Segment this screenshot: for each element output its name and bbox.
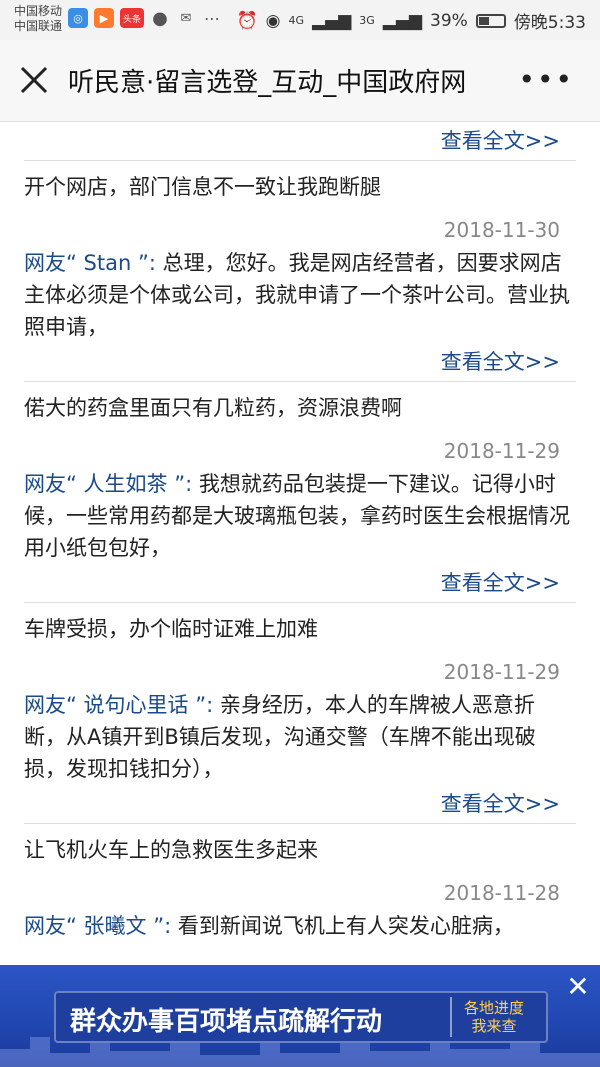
signal-2-icon: ▂▄▆ [382, 10, 423, 31]
item-date: 2018-11-29 [443, 439, 560, 463]
banner-cta[interactable]: 各地进度 我来查 [450, 997, 536, 1037]
item-user: 网友“ 张曦文 ”: [24, 914, 172, 938]
network-2-label: 3G [359, 14, 375, 27]
banner-headline: 群众办事百项堵点疏解行动 [70, 1007, 383, 1037]
close-button[interactable] [14, 60, 54, 100]
title-bar: 听民意·留言选登_互动_中国政府网 ••• [0, 40, 600, 122]
item-user: 网友“ 说句心里话 ”: [24, 693, 214, 717]
alarm-icon: ⏰ [236, 10, 258, 31]
banner-panel: 群众办事百项堵点疏解行动 各地进度 我来查 [54, 991, 548, 1043]
item-date: 2018-11-30 [443, 218, 560, 242]
battery-percent: 39% [430, 10, 468, 31]
app-notification-icon: ◎ [68, 8, 88, 28]
item-body: 网友“ 说句心里话 ”: 亲身经历，本人的车牌被人恶意折断，从A镇开到B镇后发现… [24, 689, 576, 785]
item-body: 网友“ 人生如茶 ”: 我想就药品包装提一下建议。记得小时候，一些常用药都是大玻… [24, 468, 576, 564]
list-item: 开个网店，部门信息不一致让我跑断腿 2018-11-30 网友“ Stan ”:… [24, 161, 576, 381]
page-title: 听民意·留言选登_互动_中国政府网 [68, 68, 467, 98]
item-body: 网友“ 张曦文 ”: 看到新闻说飞机上有人突发心脏病， [24, 910, 576, 942]
read-more-link[interactable]: 查看全文>> [24, 785, 576, 823]
battery-icon [475, 13, 506, 28]
item-title[interactable]: 车牌受损，办个临时证难上加难 [24, 603, 576, 649]
alipay-icon: ✉ [180, 10, 192, 26]
item-date: 2018-11-28 [443, 881, 560, 905]
list-item: 车牌受损，办个临时证难上加难 2018-11-29 网友“ 说句心里话 ”: 亲… [24, 603, 576, 823]
eye-icon: ◉ [265, 10, 281, 31]
carrier-1: 中国移动 [14, 4, 63, 18]
banner-cta-line2: 我来查 [471, 1017, 517, 1035]
item-excerpt: 看到新闻说飞机上有人突发心脏病， [171, 914, 514, 938]
network-1-label: 4G [288, 14, 305, 27]
toutiao-app-icon: 头条 [120, 8, 144, 28]
item-title[interactable]: 让飞机火车上的急救医生多起来 [24, 824, 576, 870]
banner-close-button[interactable]: ✕ [564, 973, 592, 1001]
item-user: 网友“ 人生如茶 ”: [24, 472, 193, 496]
read-more-link[interactable]: 查看全文>> [24, 122, 576, 160]
notification-icons: ◎ ▶ 头条 ● ✉ ⋯ [68, 7, 222, 29]
system-indicators: ⏰ ◉ 4G ▂▄▆ 3G ▂▄▆ 39% 傍晚5:33 [236, 8, 586, 34]
close-icon: ✕ [566, 970, 590, 1003]
item-body: 网友“ Stan ”: 总理，您好。我是网店经营者，因要求网店主体必须是个体或公… [24, 247, 576, 343]
item-title[interactable]: 开个网店，部门信息不一致让我跑断腿 [24, 161, 576, 207]
video-app-icon: ▶ [94, 8, 114, 28]
banner-cta-line1: 各地进度 [463, 999, 524, 1017]
list-item: 偌大的药盒里面只有几粒药，资源浪费啊 2018-11-29 网友“ 人生如茶 ”… [24, 382, 576, 602]
carrier-2: 中国联通 [14, 19, 63, 33]
clock: 傍晚5:33 [513, 13, 586, 33]
read-more-link[interactable]: 查看全文>> [24, 564, 576, 602]
promo-banner[interactable]: 群众办事百项堵点疏解行动 各地进度 我来查 ✕ [0, 965, 600, 1067]
more-options-button[interactable]: ••• [518, 66, 574, 94]
signal-1-icon: ▂▄▆ [312, 10, 352, 31]
read-more-link[interactable]: 查看全文>> [24, 343, 576, 381]
more-notifications-icon: ⋯ [204, 8, 220, 28]
message-list: 查看全文>> 开个网店，部门信息不一致让我跑断腿 2018-11-30 网友“ … [24, 122, 576, 942]
list-item: 让飞机火车上的急救医生多起来 2018-11-28 网友“ 张曦文 ”: 看到新… [24, 824, 576, 942]
chat-icon: ● [152, 7, 168, 29]
item-user: 网友“ Stan ”: [24, 251, 156, 275]
more-icon: ••• [518, 63, 574, 96]
item-date: 2018-11-29 [443, 660, 560, 684]
close-icon [20, 66, 48, 94]
carrier-info: 中国移动 中国联通 [14, 4, 62, 34]
item-title[interactable]: 偌大的药盒里面只有几粒药，资源浪费啊 [24, 382, 576, 428]
status-bar: 中国移动 中国联通 ◎ ▶ 头条 ● ✉ ⋯ ⏰ ◉ 4G ▂▄▆ 3G ▂▄▆… [0, 0, 600, 40]
